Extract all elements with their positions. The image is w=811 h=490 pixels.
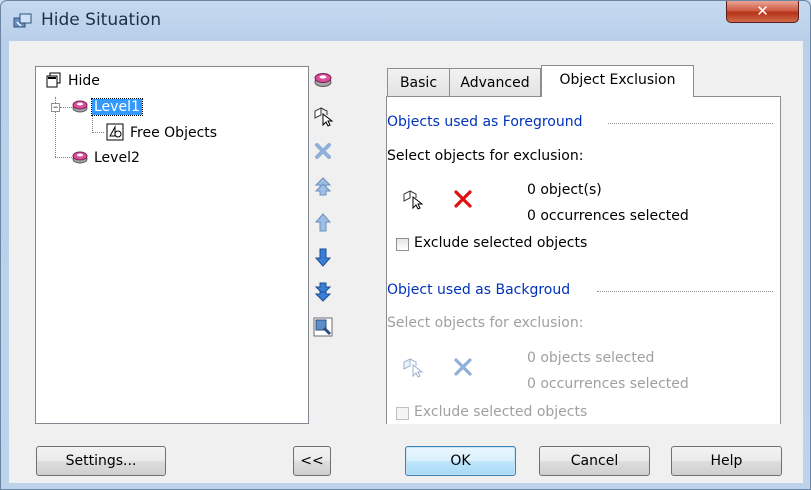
delete-button[interactable] xyxy=(312,140,334,162)
collapse-button[interactable]: << xyxy=(293,446,331,476)
tree-connector xyxy=(60,107,72,108)
foreground-exclude-label: Exclude selected objects xyxy=(414,235,588,251)
level-icon xyxy=(72,151,88,164)
move-bottom-icon xyxy=(314,282,332,302)
dialog-body: − Hide Level1 Free Objects Level2 Basic … xyxy=(9,41,803,483)
tree-item-level1[interactable]: Level1 xyxy=(72,96,143,116)
move-down-icon xyxy=(314,248,332,267)
cancel-button[interactable]: Cancel xyxy=(539,446,650,476)
background-clear-button[interactable] xyxy=(451,355,475,379)
tree-item-free-objects[interactable]: Free Objects xyxy=(106,122,219,142)
background-section-title: Object used as Backgroud xyxy=(387,282,571,298)
hide-frame-icon xyxy=(46,72,61,88)
background-exclude-label: Exclude selected objects xyxy=(414,404,588,420)
tree-item-level2[interactable]: Level2 xyxy=(72,147,142,167)
foreground-clear-button[interactable] xyxy=(451,187,475,211)
background-select-label: Select objects for exclusion: xyxy=(387,315,584,331)
foreground-occurrences: 0 occurrences selected xyxy=(527,208,689,224)
tree-connector xyxy=(92,115,93,133)
window-title: Hide Situation xyxy=(41,10,162,30)
foreground-section-title: Objects used as Foreground xyxy=(387,114,583,130)
tree-connector xyxy=(92,132,104,133)
move-up-button[interactable] xyxy=(312,211,334,233)
zoom-button[interactable] xyxy=(312,316,334,338)
select-objects-icon xyxy=(403,358,424,378)
tree-item-label: Level1 xyxy=(91,98,143,116)
section-divider xyxy=(608,123,773,124)
foreground-exclude-checkbox[interactable] xyxy=(396,238,409,251)
hide-situation-dialog: Hide Situation ✕ − Hide Level1 Free Obje… xyxy=(0,0,811,490)
tab-basic[interactable]: Basic xyxy=(387,68,450,96)
move-top-icon xyxy=(314,177,332,196)
situation-tree[interactable]: − Hide Level1 Free Objects Level2 xyxy=(35,66,309,424)
tab-advanced[interactable]: Advanced xyxy=(449,68,541,96)
help-button[interactable]: Help xyxy=(671,446,782,476)
add-level-icon xyxy=(314,73,332,87)
move-bottom-button[interactable] xyxy=(312,281,334,303)
object-exclusion-panel: Objects used as Foreground Select object… xyxy=(386,96,781,424)
delete-icon xyxy=(454,358,472,376)
delete-icon xyxy=(454,190,472,208)
tree-item-label: Free Objects xyxy=(130,125,218,141)
move-top-button[interactable] xyxy=(312,175,334,197)
zoom-icon xyxy=(313,317,333,337)
delete-icon xyxy=(315,143,331,159)
add-level-button[interactable] xyxy=(312,68,334,90)
level-icon xyxy=(72,100,88,113)
foreground-select-objects-button[interactable] xyxy=(401,187,425,211)
title-bar[interactable]: Hide Situation ✕ xyxy=(1,1,810,41)
background-select-objects-button[interactable] xyxy=(401,355,425,379)
background-occurrences: 0 occurrences selected xyxy=(527,376,689,392)
app-icon xyxy=(13,12,33,30)
move-up-icon xyxy=(314,213,332,232)
section-divider xyxy=(597,291,773,292)
tab-object-exclusion[interactable]: Object Exclusion xyxy=(541,65,694,97)
select-objects-button[interactable] xyxy=(312,105,334,127)
background-object-count: 0 objects selected xyxy=(527,350,655,366)
foreground-select-label: Select objects for exclusion: xyxy=(387,148,584,164)
foreground-object-count: 0 object(s) xyxy=(527,182,602,198)
close-button[interactable]: ✕ xyxy=(726,1,799,23)
close-icon: ✕ xyxy=(756,2,769,20)
tree-item-label: Level2 xyxy=(94,150,140,166)
tree-item-label: Hide xyxy=(68,73,100,89)
tree-item-hide[interactable]: Hide xyxy=(46,70,102,90)
select-objects-icon xyxy=(403,190,424,210)
move-down-button[interactable] xyxy=(312,246,334,268)
collapse-level1-toggle[interactable]: − xyxy=(51,103,60,112)
tree-connector xyxy=(55,157,72,158)
free-objects-icon xyxy=(106,123,124,141)
select-objects-icon xyxy=(314,107,334,127)
ok-button[interactable]: OK xyxy=(405,446,516,476)
settings-button[interactable]: Settings... xyxy=(36,446,166,476)
background-exclude-checkbox[interactable] xyxy=(396,407,409,420)
